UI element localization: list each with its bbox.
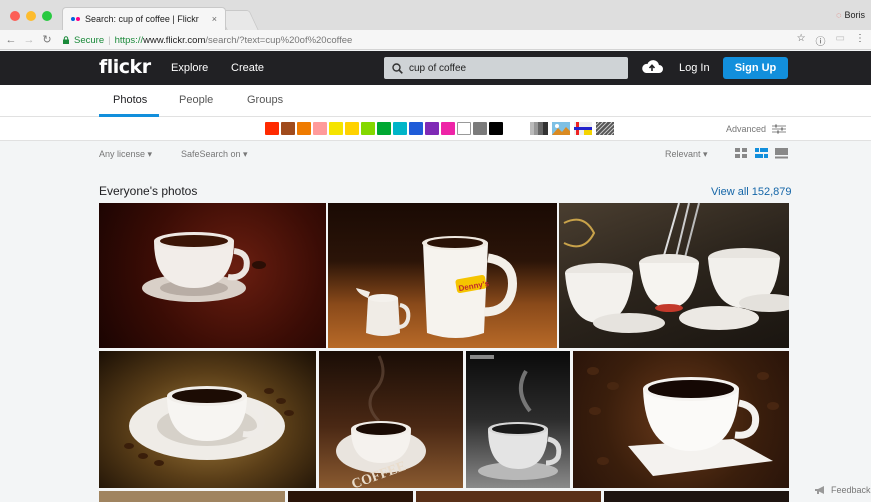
nav-create[interactable]: Create [231,62,264,74]
color-swatch[interactable] [489,122,503,135]
coffee-text-cup-photo: COFFEE [336,355,426,488]
tab-close-icon[interactable]: × [212,14,217,24]
color-swatch[interactable] [313,122,327,135]
section-title: Everyone's photos [99,184,198,198]
coffee-cup-photo [142,232,266,302]
color-swatch[interactable] [473,122,487,135]
photo-tile[interactable]: COFFEE [319,351,463,488]
extension-icon[interactable]: ▭ [836,33,845,48]
feedback-button[interactable]: Feedback [814,485,871,495]
tab-groups[interactable]: Groups [247,94,283,106]
photo-tile[interactable] [99,491,285,502]
reload-icon[interactable]: ↻ [40,33,54,46]
shallow-depth-filter-icon[interactable] [552,122,570,135]
color-swatch[interactable] [361,122,375,135]
photo-tile[interactable] [99,351,316,488]
window-close-button[interactable] [10,11,20,21]
color-swatch[interactable] [377,122,391,135]
browser-toolbar: ← → ↻ Secure | https://www.flickr.com/se… [0,30,871,50]
browser-tab[interactable]: Search: cup of coffee | Flickr × [62,7,226,30]
back-arrow-icon[interactable]: ← [4,34,18,46]
tab-people[interactable]: People [179,94,213,106]
photo-tile[interactable] [99,203,326,348]
window-zoom-button[interactable] [42,11,52,21]
photo-tile[interactable]: Denny's [328,203,557,348]
login-link[interactable]: Log In [679,62,710,74]
url-text: https://www.flickr.com/search/?text=cup%… [114,34,353,46]
advanced-label: Advanced [726,124,767,134]
patterns-filter-icon[interactable] [596,122,614,135]
bw-cup-photo [470,355,562,480]
black-white-filter-icon[interactable] [530,122,548,135]
color-swatch[interactable] [441,122,455,135]
color-swatch[interactable] [329,122,343,135]
search-type-tabs: Photos People Groups [0,85,871,117]
safesearch-dropdown[interactable]: SafeSearch on ▾ [181,149,248,160]
advanced-toggle[interactable]: Advanced [726,124,787,134]
tab-photos[interactable]: Photos [113,94,147,106]
coffee-beans-saucer-photo [124,386,294,466]
flickr-favicon-icon [71,17,80,21]
justified-layout-icon[interactable] [755,148,768,159]
bookmark-star-icon[interactable]: ☆ [797,33,806,48]
view-all-link[interactable]: View all 152,879 [711,186,792,198]
url-separator: | [108,34,111,46]
dennys-mug-photo: Denny's [356,236,517,338]
color-swatches [265,122,503,135]
grid-layout-icon[interactable] [735,148,748,159]
secure-label: Secure [74,34,105,46]
photo-tile[interactable] [573,351,789,488]
sort-dropdown[interactable]: Relevant ▾ [665,149,708,160]
photo-tile[interactable] [416,491,601,502]
search-box [384,57,628,79]
style-filters [530,122,614,135]
nav-explore[interactable]: Explore [171,62,208,74]
color-filter-bar: Advanced [0,117,871,141]
browser-profile[interactable]: ◌ Boris [836,10,865,20]
signup-button[interactable]: Sign Up [723,57,788,79]
photo-tile[interactable] [466,351,570,488]
forward-arrow-icon[interactable]: → [22,34,36,46]
color-swatch[interactable] [393,122,407,135]
site-header: flickr Explore Create Log In Sign Up [0,51,871,85]
flickr-logo[interactable]: flickr [99,56,151,78]
search-input[interactable] [409,62,619,74]
stacked-cups-photo [563,203,789,333]
info-icon[interactable]: ⓘ [816,33,826,48]
color-swatch[interactable] [409,122,423,135]
color-swatch[interactable] [297,122,311,135]
search-icon[interactable] [392,62,403,74]
white-cup-beans-photo [587,367,779,476]
color-swatch[interactable] [345,122,359,135]
photo-tile[interactable] [288,491,413,502]
license-dropdown[interactable]: Any license ▾ [99,149,152,160]
menu-icon[interactable]: ⋮ [855,33,865,48]
list-layout-icon[interactable] [775,148,788,159]
feedback-label: Feedback [831,485,871,495]
address-bar[interactable]: Secure | https://www.flickr.com/search/?… [62,32,816,48]
megaphone-icon [815,486,824,494]
color-swatch[interactable] [457,122,471,135]
upload-cloud-icon[interactable] [641,58,663,76]
photo-tile[interactable] [559,203,789,348]
color-swatch[interactable] [281,122,295,135]
color-swatch[interactable] [265,122,279,135]
color-swatch[interactable] [425,122,439,135]
window-minimize-button[interactable] [26,11,36,21]
sliders-icon [772,124,787,134]
browser-tab-bar: Search: cup of coffee | Flickr × ◌ Boris [0,0,871,30]
lock-icon [63,36,69,44]
profile-icon: ◌ [836,10,842,20]
profile-name: Boris [844,10,865,20]
tab-title: Search: cup of coffee | Flickr [85,14,199,24]
photo-tile[interactable] [604,491,789,502]
minimalism-filter-icon[interactable] [574,122,592,135]
search-filters: Any license ▾ SafeSearch on ▾ Relevant ▾ [99,148,789,163]
